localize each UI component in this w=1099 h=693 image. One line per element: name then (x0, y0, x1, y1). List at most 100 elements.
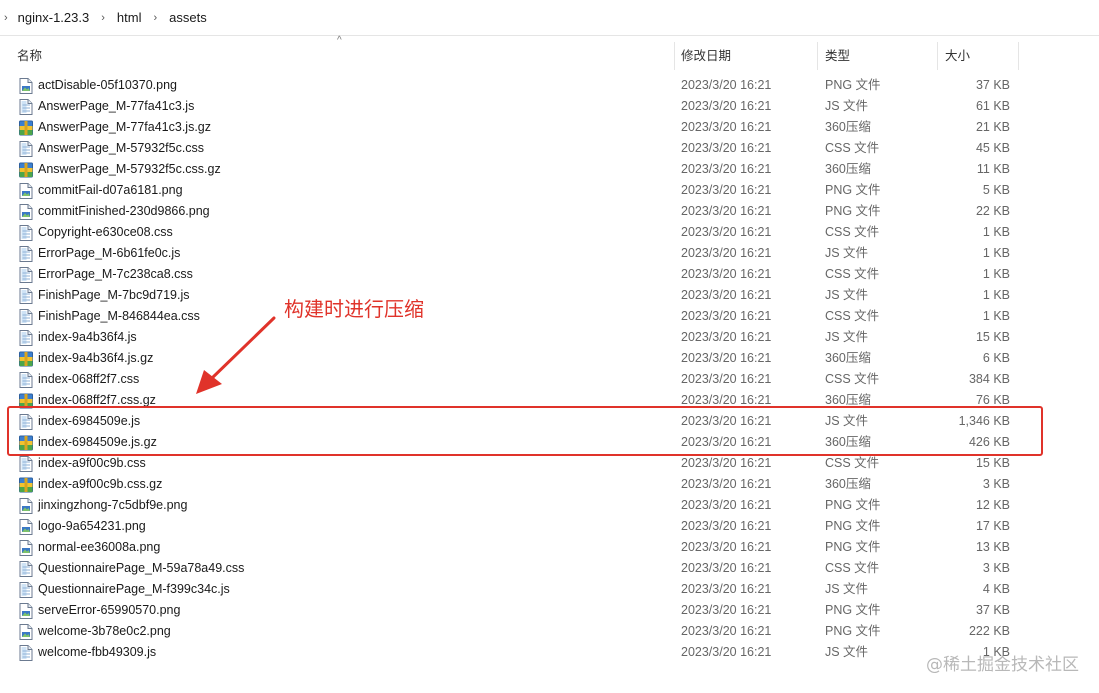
breadcrumb-item-nginx[interactable]: nginx-1.23.3 (16, 8, 92, 27)
column-header-type[interactable]: 类型 (825, 38, 925, 74)
file-size: 384 KB (968, 372, 1010, 386)
image-file-icon (19, 78, 33, 94)
file-row[interactable]: AnswerPage_M-57932f5c.css 2023/3/20 16:21… (0, 138, 1099, 159)
file-size: 37 KB (975, 78, 1010, 92)
file-modified-date: 2023/3/20 16:21 (681, 162, 772, 176)
chevron-right-icon[interactable]: › (153, 12, 157, 24)
file-row[interactable]: actDisable-05f10370.png 2023/3/20 16:21 PN… (0, 75, 1099, 96)
script-file-icon (19, 99, 33, 115)
script-file-icon (19, 582, 33, 598)
script-file-icon (19, 246, 33, 262)
script-file-icon (19, 141, 33, 157)
file-row[interactable]: FinishPage_M-7bc9d719.js 2023/3/20 16:21 J… (0, 285, 1099, 306)
file-size: 15 KB (975, 456, 1010, 470)
file-type: JS 文件 (825, 99, 869, 113)
file-type: 360压缩 (825, 120, 871, 134)
file-row[interactable]: welcome-3b78e0c2.png 2023/3/20 16:21 PNG 文… (0, 621, 1099, 642)
file-name: AnswerPage_M-57932f5c.css (38, 141, 205, 155)
file-name: index-a9f00c9b.css.gz (38, 477, 163, 491)
file-modified-date: 2023/3/20 16:21 (681, 120, 772, 134)
column-divider[interactable] (674, 42, 675, 70)
image-file-icon (19, 498, 33, 514)
image-file-icon (19, 519, 33, 535)
column-divider[interactable] (1018, 42, 1019, 70)
file-row[interactable]: serveError-65990570.png 2023/3/20 16:21 PN… (0, 600, 1099, 621)
file-row[interactable]: commitFail-d07a6181.png 2023/3/20 16:21 PN… (0, 180, 1099, 201)
file-type: PNG 文件 (825, 183, 881, 197)
file-name: index-068ff2f7.css (38, 372, 140, 386)
file-row[interactable]: QuestionnairePage_M-59a78a49.css 2023/3/2… (0, 558, 1099, 579)
image-file-icon (19, 603, 33, 619)
file-name: welcome-3b78e0c2.png (38, 624, 171, 638)
file-modified-date: 2023/3/20 16:21 (681, 141, 772, 155)
file-row[interactable]: AnswerPage_M-77fa41c3.js 2023/3/20 16:21 J… (0, 96, 1099, 117)
file-size: 1 KB (982, 288, 1010, 302)
archive-file-icon (19, 162, 33, 178)
file-type: JS 文件 (825, 246, 869, 260)
file-row[interactable]: AnswerPage_M-57932f5c.css.gz 2023/3/20 16… (0, 159, 1099, 180)
file-name: index-9a4b36f4.js.gz (38, 351, 154, 365)
file-row[interactable]: AnswerPage_M-77fa41c3.js.gz 2023/3/20 16:… (0, 117, 1099, 138)
file-modified-date: 2023/3/20 16:21 (681, 540, 772, 554)
file-size: 15 KB (975, 330, 1010, 344)
image-file-icon (19, 540, 33, 556)
column-header-size[interactable]: 大小 (945, 38, 1005, 74)
column-header-date[interactable]: 修改日期 (681, 38, 811, 74)
file-type: PNG 文件 (825, 540, 881, 554)
file-type: 360压缩 (825, 162, 871, 176)
file-row[interactable]: index-9a4b36f4.js.gz 2023/3/20 16:21 360压缩… (0, 348, 1099, 369)
annotation-arrow-icon (196, 316, 276, 394)
column-divider[interactable] (937, 42, 938, 70)
file-name: actDisable-05f10370.png (38, 78, 177, 92)
file-name: serveError-65990570.png (38, 603, 181, 617)
file-size: 4 KB (982, 582, 1010, 596)
script-file-icon (19, 456, 33, 472)
chevron-right-icon[interactable]: › (4, 12, 8, 24)
file-modified-date: 2023/3/20 16:21 (681, 288, 772, 302)
script-file-icon (19, 267, 33, 283)
file-row[interactable]: logo-9a654231.png 2023/3/20 16:21 PNG 文件 17… (0, 516, 1099, 537)
file-row[interactable]: normal-ee36008a.png 2023/3/20 16:21 PNG 文件… (0, 537, 1099, 558)
file-row[interactable]: FinishPage_M-846844ea.css 2023/3/20 16:21… (0, 306, 1099, 327)
file-size: 6 KB (982, 351, 1010, 365)
file-row[interactable]: ErrorPage_M-6b61fe0c.js 2023/3/20 16:21 JS… (0, 243, 1099, 264)
file-row[interactable]: QuestionnairePage_M-f399c34c.js 2023/3/20… (0, 579, 1099, 600)
file-size: 3 KB (982, 561, 1010, 575)
file-type: PNG 文件 (825, 204, 881, 218)
file-size: 5 KB (982, 183, 1010, 197)
file-type: PNG 文件 (825, 519, 881, 533)
breadcrumb-item-html[interactable]: html (115, 8, 144, 27)
image-file-icon (19, 624, 33, 640)
archive-file-icon (19, 351, 33, 367)
file-name: AnswerPage_M-77fa41c3.js.gz (38, 120, 212, 134)
column-header-name[interactable]: 名称 (17, 38, 672, 74)
file-type: 360压缩 (825, 477, 871, 491)
file-size: 222 KB (968, 624, 1010, 638)
file-row[interactable]: index-9a4b36f4.js 2023/3/20 16:21 JS 文件 15 … (0, 327, 1099, 348)
breadcrumb-item-assets[interactable]: assets (167, 8, 209, 27)
file-size: 3 KB (982, 477, 1010, 491)
file-row[interactable]: index-068ff2f7.css 2023/3/20 16:21 CSS 文件 3… (0, 369, 1099, 390)
chevron-right-icon[interactable]: › (101, 12, 105, 24)
file-name: index-9a4b36f4.js (38, 330, 137, 344)
file-row[interactable]: index-a9f00c9b.css 2023/3/20 16:21 CSS 文件 1… (0, 453, 1099, 474)
script-file-icon (19, 372, 33, 388)
file-modified-date: 2023/3/20 16:21 (681, 225, 772, 239)
file-name: FinishPage_M-846844ea.css (38, 309, 200, 323)
watermark: @稀土掘金技术社区 (926, 655, 1079, 675)
file-row[interactable]: index-a9f00c9b.css.gz 2023/3/20 16:21 360压… (0, 474, 1099, 495)
file-modified-date: 2023/3/20 16:21 (681, 477, 772, 491)
script-file-icon (19, 645, 33, 661)
file-modified-date: 2023/3/20 16:21 (681, 204, 772, 218)
file-row[interactable]: jinxingzhong-7c5dbf9e.png 2023/3/20 16:21… (0, 495, 1099, 516)
file-name: FinishPage_M-7bc9d719.js (38, 288, 190, 302)
file-row[interactable]: Copyright-e630ce08.css 2023/3/20 16:21 CSS… (0, 222, 1099, 243)
file-row[interactable]: commitFinished-230d9866.png 2023/3/20 16:… (0, 201, 1099, 222)
file-name: logo-9a654231.png (38, 519, 146, 533)
file-row[interactable]: ErrorPage_M-7c238ca8.css 2023/3/20 16:21 C… (0, 264, 1099, 285)
script-file-icon (19, 288, 33, 304)
column-divider[interactable] (817, 42, 818, 70)
file-name: jinxingzhong-7c5dbf9e.png (38, 498, 188, 512)
file-type: PNG 文件 (825, 603, 881, 617)
file-modified-date: 2023/3/20 16:21 (681, 78, 772, 92)
